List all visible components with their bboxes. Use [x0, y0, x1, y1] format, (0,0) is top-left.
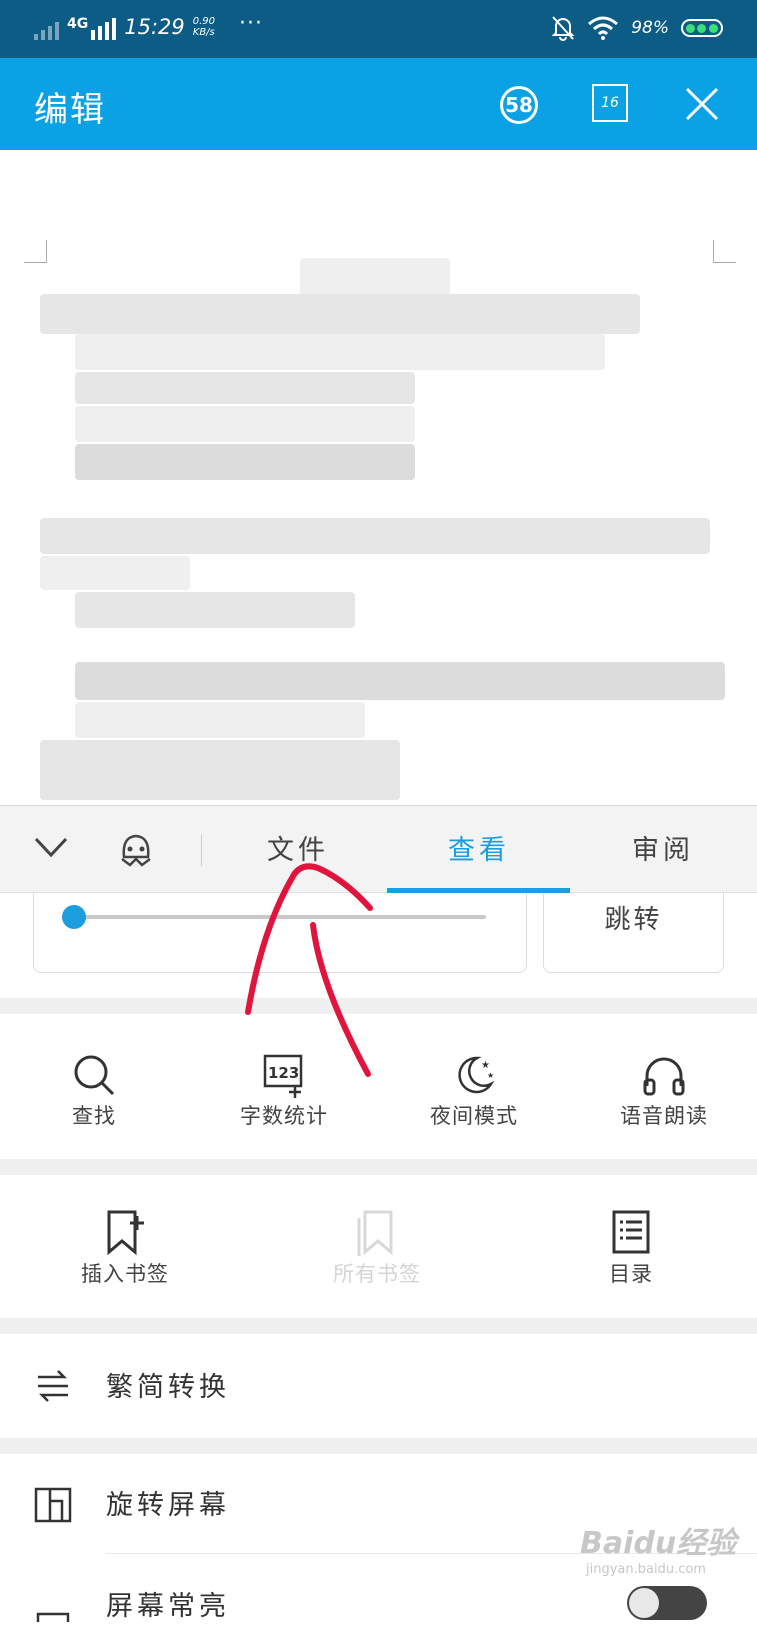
convert-chinese-row[interactable]: 繁简转换 [0, 1337, 757, 1435]
table-of-contents-label: 目录 [609, 1262, 653, 1286]
night-mode-icon: ★ ★ [458, 1056, 495, 1094]
battery-percent: 98% [631, 18, 669, 38]
battery-icon [681, 19, 723, 37]
section-gap [0, 1159, 757, 1175]
all-bookmarks-label: 所有书签 [333, 1262, 421, 1286]
network-type: 4G [67, 16, 89, 32]
page-slider-panel [33, 893, 527, 973]
convert-icon [38, 1370, 68, 1402]
read-aloud-tool[interactable]: 语音朗读 [574, 1052, 754, 1130]
page-corner-mark [713, 240, 736, 263]
read-aloud-label: 语音朗读 [620, 1104, 708, 1128]
assistant-face-icon[interactable] [116, 831, 156, 871]
word-count-tool[interactable]: 123 字数统计 [194, 1052, 374, 1130]
rotate-screen-label: 旋转屏幕 [106, 1490, 230, 1521]
divider [201, 834, 202, 866]
clock: 15:29 [124, 15, 185, 39]
close-icon[interactable] [684, 86, 720, 122]
page-corner-mark [24, 240, 47, 263]
redacted-text [75, 702, 365, 738]
bookmark-list-icon [357, 1210, 393, 1256]
search-icon [74, 1055, 115, 1096]
svg-text:123: 123 [268, 1064, 299, 1082]
table-of-contents-icon [612, 1210, 650, 1254]
rotate-screen-icon [34, 1487, 72, 1523]
redacted-text [75, 334, 605, 370]
page-slider-track[interactable] [74, 915, 486, 919]
section-gap [0, 1318, 757, 1334]
insert-bookmark-label: 插入书签 [81, 1262, 169, 1286]
page-slider-handle[interactable] [62, 905, 86, 929]
redacted-text [75, 444, 415, 480]
jump-button[interactable]: 跳转 [543, 893, 724, 973]
more-notifications-icon: ··· [239, 10, 264, 36]
find-tool[interactable]: 查找 [4, 1052, 184, 1130]
redacted-text [75, 406, 415, 442]
insert-bookmark-icon [107, 1210, 144, 1256]
speed-unit: KB/s [192, 27, 215, 38]
network-speed: 0.90 KB/s [193, 16, 215, 38]
page-title: 编辑 [34, 90, 106, 130]
redacted-text [75, 662, 725, 700]
screen-on-toggle[interactable] [627, 1586, 707, 1620]
watermark-url: jingyan.baidu.com [586, 1562, 706, 1577]
tool-tabs: 文件 查看 审阅 [0, 805, 757, 893]
night-mode-tool[interactable]: ★ ★ 夜间模式 [384, 1052, 564, 1130]
status-bar: 4G 15:29 0.90 KB/s ··· 98% [0, 0, 757, 58]
bell-off-icon [551, 16, 575, 41]
redacted-text [40, 556, 190, 590]
redacted-text [40, 294, 640, 334]
title-bar: 编辑 58 16 [0, 58, 757, 150]
convert-chinese-label: 繁简转换 [106, 1372, 230, 1403]
document-preview[interactable] [0, 150, 757, 805]
table-of-contents-tool[interactable]: 目录 [541, 1210, 721, 1288]
all-bookmarks-tool[interactable]: 所有书签 [287, 1210, 467, 1288]
section-gap [0, 998, 757, 1014]
wifi-icon [588, 16, 619, 40]
redacted-text [75, 592, 355, 628]
screen-on-label: 屏幕常亮 [106, 1591, 230, 1622]
insert-bookmark-tool[interactable]: 插入书签 [35, 1210, 215, 1288]
tab-review[interactable]: 审阅 [632, 828, 694, 867]
redacted-text [75, 372, 415, 404]
tab-file[interactable]: 文件 [267, 828, 329, 867]
tab-view[interactable]: 查看 [448, 828, 510, 867]
word-count-icon: 123 [263, 1054, 303, 1098]
redacted-text [300, 258, 450, 298]
signal-icon-sim1 [34, 14, 59, 40]
svg-text:★: ★ [487, 1071, 494, 1080]
svg-text:★: ★ [481, 1060, 490, 1071]
page-count-button[interactable]: 16 [592, 84, 628, 122]
speed-value: 0.90 [192, 16, 216, 27]
redacted-text [40, 518, 710, 554]
headphones-icon [643, 1057, 685, 1096]
signal-icon-sim2: 4G [67, 14, 117, 40]
watermark: Baidu经验 jingyan.baidu.com [580, 1518, 736, 1577]
chevron-down-icon[interactable] [34, 836, 68, 858]
find-label: 查找 [72, 1104, 116, 1128]
night-mode-label: 夜间模式 [430, 1104, 518, 1128]
section-gap [0, 1438, 757, 1454]
word-count-label: 字数统计 [240, 1104, 328, 1128]
watermark-logo: Baidu经验 [580, 1526, 737, 1561]
screen-on-icon [36, 1612, 70, 1622]
redacted-text [40, 740, 400, 800]
count-badge-button[interactable]: 58 [500, 86, 538, 124]
